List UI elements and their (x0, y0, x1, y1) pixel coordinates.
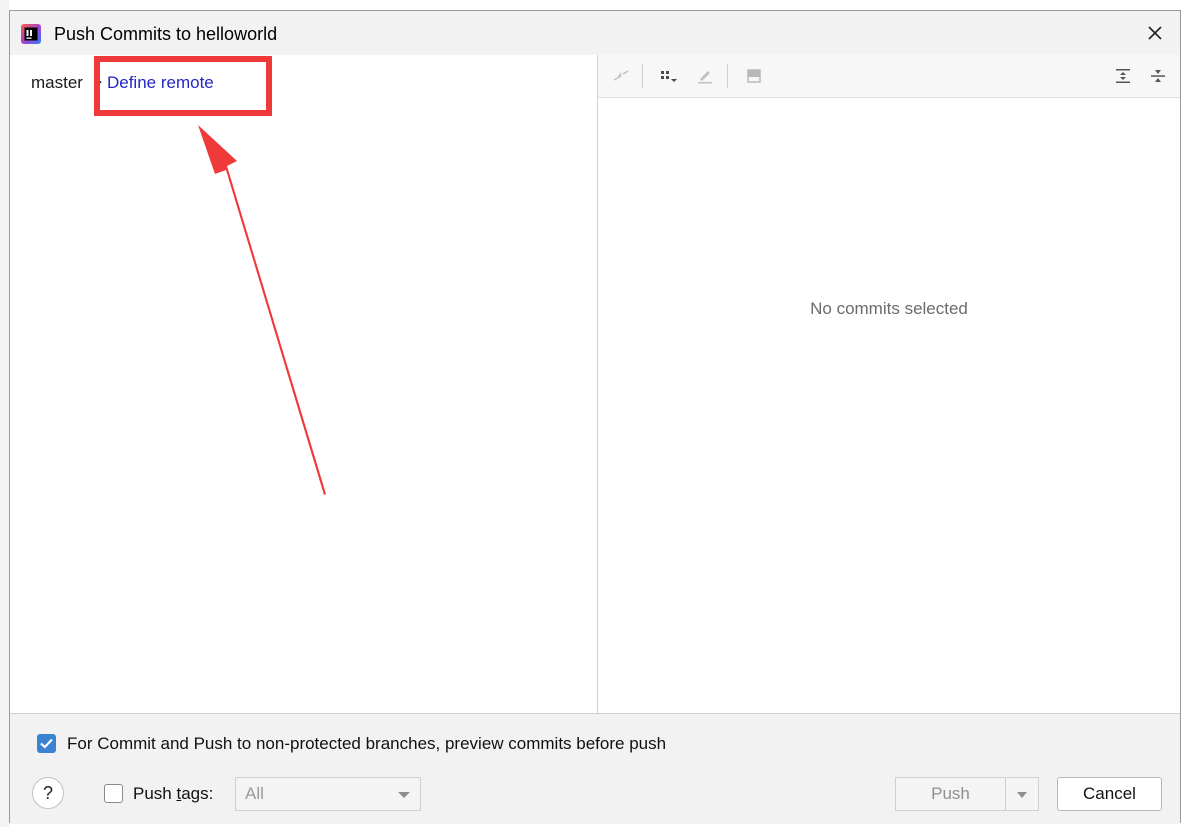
push-commits-dialog: Push Commits to helloworld master → Defi… (9, 10, 1181, 824)
toolbar-separator (727, 64, 728, 88)
collapse-all-button[interactable] (1147, 65, 1169, 87)
push-tags-select[interactable]: All (235, 777, 421, 811)
close-icon (1148, 26, 1162, 40)
edit-source-button[interactable] (694, 65, 716, 87)
question-mark-icon: ? (42, 782, 53, 803)
toolbar-separator (642, 64, 643, 88)
push-branches-pane: master → Define remote (10, 55, 598, 713)
annotation-highlight-box (94, 56, 272, 116)
expand-changes-button[interactable] (610, 65, 632, 87)
details-toolbar (598, 55, 1180, 98)
local-branch-name: master (31, 73, 83, 92)
preview-diff-button[interactable] (743, 65, 765, 87)
chevron-down-icon (1017, 792, 1027, 798)
push-tags-label: Push tags: (133, 784, 214, 803)
help-button[interactable]: ? (32, 777, 64, 809)
no-commits-message: No commits selected (810, 299, 968, 318)
cancel-button[interactable]: Cancel (1057, 777, 1162, 811)
group-by-button[interactable] (658, 65, 680, 87)
merge-arrows-icon (613, 70, 629, 81)
dialog-title: Push Commits to helloworld (54, 24, 278, 44)
preview-commits-checkbox[interactable] (37, 734, 56, 753)
pencil-icon (698, 71, 712, 84)
tags-select-value: All (245, 784, 264, 803)
checkmark-icon (40, 738, 53, 749)
dialog-footer: For Commit and Push to non-protected bra… (10, 713, 1180, 824)
backdrop-left-strip (0, 0, 9, 827)
dialog-titlebar: Push Commits to helloworld (10, 11, 1180, 55)
close-button[interactable] (1142, 20, 1168, 46)
chevron-down-icon (398, 792, 410, 798)
backdrop (0, 0, 1192, 10)
push-options-dropdown[interactable] (1006, 777, 1039, 811)
preview-panel-icon (747, 69, 761, 83)
intellij-app-icon (21, 24, 41, 44)
collapse-all-icon (1151, 70, 1165, 82)
push-button[interactable]: Push (895, 777, 1006, 811)
group-by-icon (661, 71, 677, 82)
commit-details-pane: No commits selected (598, 55, 1180, 713)
push-tags-checkbox[interactable] (104, 784, 123, 803)
expand-all-button[interactable] (1112, 65, 1134, 87)
preview-commits-label: For Commit and Push to non-protected bra… (67, 734, 667, 753)
expand-all-icon (1116, 69, 1130, 83)
